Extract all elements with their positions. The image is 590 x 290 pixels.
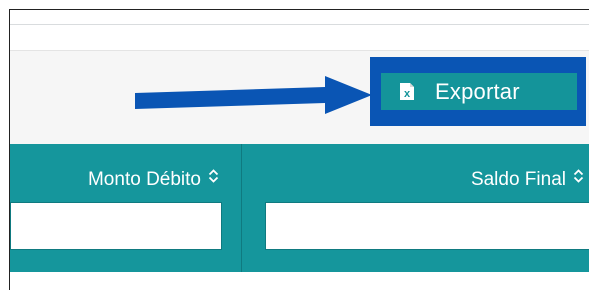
top-bar — [10, 10, 589, 25]
column-monto-debito: Monto Débito — [10, 144, 242, 272]
page-frame: x Exportar Monto Débito Saldo Final — [9, 9, 589, 290]
column-label: Saldo Final — [470, 169, 566, 191]
svg-text:x: x — [404, 88, 411, 100]
sort-icon[interactable] — [573, 167, 584, 189]
export-button-label: Exportar — [435, 78, 520, 104]
excel-icon: x — [399, 83, 415, 100]
column-saldo-final: Saldo Final — [243, 144, 589, 272]
filter-input-monto-debito[interactable] — [10, 202, 222, 250]
annotation-arrow — [135, 76, 372, 114]
column-header-monto-debito[interactable]: Monto Débito — [88, 169, 219, 191]
column-header-saldo-final[interactable]: Saldo Final — [471, 169, 584, 191]
export-button[interactable]: x Exportar — [381, 73, 577, 110]
filter-input-saldo-final[interactable] — [265, 202, 589, 250]
column-label: Monto Débito — [87, 169, 201, 191]
table-header: Monto Débito Saldo Final — [10, 144, 589, 272]
sort-icon[interactable] — [208, 167, 219, 189]
table-body — [10, 272, 589, 290]
